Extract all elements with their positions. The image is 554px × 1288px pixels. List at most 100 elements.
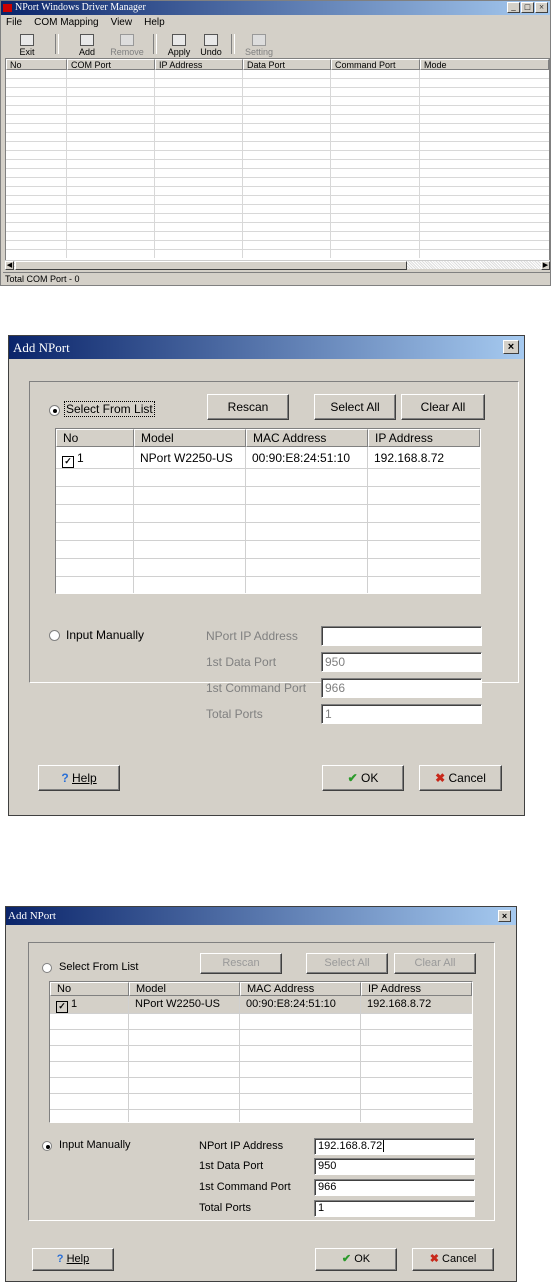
exit-button[interactable]: Exit	[9, 32, 45, 57]
help-label: Help	[72, 771, 97, 785]
minimize-button[interactable]: _	[507, 2, 520, 13]
clear-all-button[interactable]: Clear All	[401, 394, 485, 420]
list-grid	[6, 70, 549, 258]
grid-line	[330, 70, 331, 258]
setting-button[interactable]: Setting	[241, 32, 277, 57]
column-model[interactable]: Model	[134, 429, 246, 447]
help-button[interactable]: ? Help	[38, 765, 120, 791]
column-ip-address[interactable]: IP Address	[155, 59, 243, 70]
total-ports-field[interactable]: 1	[321, 704, 482, 724]
undo-icon	[204, 34, 218, 46]
column-com-port[interactable]: COM Port	[67, 59, 155, 70]
column-ip-address[interactable]: IP Address	[368, 429, 480, 447]
column-no[interactable]: No	[56, 429, 134, 447]
cancel-label: Cancel	[448, 771, 486, 785]
device-list[interactable]: No Model MAC Address IP Address ✓ 1 NPort…	[55, 428, 481, 594]
row-model: NPort W2250-US	[135, 998, 220, 1010]
close-icon[interactable]: ×	[503, 340, 519, 354]
column-no[interactable]: No	[50, 982, 129, 996]
column-mac-address[interactable]: MAC Address	[246, 429, 368, 447]
setting-label: Setting	[244, 47, 274, 57]
table-row[interactable]: ✓ 1 NPort W2250-US 00:90:E8:24:51:10 192.…	[50, 996, 472, 1013]
scroll-right-icon[interactable]: ▶	[541, 261, 550, 270]
table-row[interactable]: ✓ 1 NPort W2250-US 00:90:E8:24:51:10 192.…	[56, 448, 480, 468]
cancel-button[interactable]: ✖ Cancel	[419, 765, 502, 791]
checkbox-checked-icon[interactable]: ✓	[62, 456, 74, 468]
scroll-thumb[interactable]	[15, 261, 407, 270]
toolbar-separator	[153, 34, 157, 54]
row-no-cell: ✓ 1	[56, 448, 134, 468]
remove-button[interactable]: Remove	[109, 32, 145, 57]
grid-line	[360, 996, 361, 1122]
select-from-list-radio[interactable]	[49, 405, 60, 416]
device-list[interactable]: No Model MAC Address IP Address ✓ 1 NPort…	[49, 981, 473, 1123]
close-button[interactable]: ×	[535, 2, 548, 13]
apply-icon	[172, 34, 186, 46]
select-from-list-label[interactable]: Select From List	[59, 961, 138, 973]
grid-line	[56, 576, 480, 577]
cancel-button[interactable]: ✖ Cancel	[412, 1248, 494, 1271]
grid-line	[50, 1093, 472, 1094]
com-port-list[interactable]: No COM Port IP Address Data Port Command…	[5, 58, 550, 268]
ok-button[interactable]: ✔ OK	[322, 765, 404, 791]
grid-line	[56, 522, 480, 523]
ok-button[interactable]: ✔ OK	[315, 1248, 397, 1271]
select-from-list-radio[interactable]	[42, 963, 52, 973]
add-button[interactable]: Add	[69, 32, 105, 57]
nport-ip-address-field[interactable]: 192.168.8.72	[314, 1138, 475, 1155]
column-mode[interactable]: Mode	[420, 59, 549, 70]
first-data-port-label: 1st Data Port	[206, 655, 277, 669]
menu-file[interactable]: File	[5, 16, 23, 30]
input-manually-radio[interactable]	[42, 1141, 52, 1151]
rescan-button[interactable]: Rescan	[207, 394, 289, 420]
grid-line	[50, 1013, 472, 1014]
scroll-left-icon[interactable]: ◀	[5, 261, 14, 270]
exit-icon	[20, 34, 34, 46]
input-manually-radio[interactable]	[49, 630, 60, 641]
grid-line	[50, 1109, 472, 1110]
horizontal-scrollbar[interactable]: ◀ ▶	[5, 260, 550, 270]
maximize-button[interactable]: □	[521, 2, 534, 13]
column-data-port[interactable]: Data Port	[243, 59, 331, 70]
column-command-port[interactable]: Command Port	[331, 59, 420, 70]
grid-line	[154, 70, 155, 258]
column-mac-address[interactable]: MAC Address	[240, 982, 361, 996]
clear-all-button[interactable]: Clear All	[394, 953, 476, 974]
grid-line	[50, 1045, 472, 1046]
column-ip-address[interactable]: IP Address	[361, 982, 472, 996]
menu-com-mapping[interactable]: COM Mapping	[33, 16, 99, 30]
text-cursor	[383, 1140, 385, 1152]
select-all-button[interactable]: Select All	[314, 394, 396, 420]
help-button[interactable]: ? Help	[32, 1248, 114, 1271]
select-all-button[interactable]: Select All	[306, 953, 388, 974]
input-manually-label[interactable]: Input Manually	[66, 628, 144, 642]
toolbar-separator	[55, 34, 59, 54]
total-ports-field[interactable]: 1	[314, 1200, 475, 1217]
first-data-port-field[interactable]: 950	[314, 1158, 475, 1175]
input-manually-label[interactable]: Input Manually	[59, 1139, 131, 1151]
ok-label: OK	[361, 771, 379, 785]
nport-ip-address-field[interactable]	[321, 626, 482, 646]
column-model[interactable]: Model	[129, 982, 240, 996]
dialog-title: Add NPort	[6, 907, 516, 925]
first-command-port-field[interactable]: 966	[321, 678, 482, 698]
ok-label: OK	[354, 1253, 371, 1265]
grid-line	[50, 1029, 472, 1030]
app-icon	[3, 4, 12, 12]
apply-button[interactable]: Apply	[161, 32, 197, 57]
first-data-port-field[interactable]: 950	[321, 652, 482, 672]
help-icon: ?	[56, 1253, 64, 1265]
add-label: Add	[78, 47, 95, 57]
setting-icon	[252, 34, 266, 46]
rescan-button[interactable]: Rescan	[200, 953, 282, 974]
first-command-port-field[interactable]: 966	[314, 1179, 475, 1196]
menu-view[interactable]: View	[110, 16, 134, 30]
checkbox-checked-icon[interactable]: ✓	[56, 1001, 68, 1013]
column-no[interactable]: No	[6, 59, 67, 70]
undo-button[interactable]: Undo	[193, 32, 229, 57]
grid-line	[56, 540, 480, 541]
menu-help[interactable]: Help	[143, 16, 166, 30]
select-from-list-label[interactable]: Select From List	[64, 401, 155, 417]
row-mac: 00:90:E8:24:51:10	[252, 451, 351, 465]
close-icon[interactable]: ×	[498, 910, 511, 922]
